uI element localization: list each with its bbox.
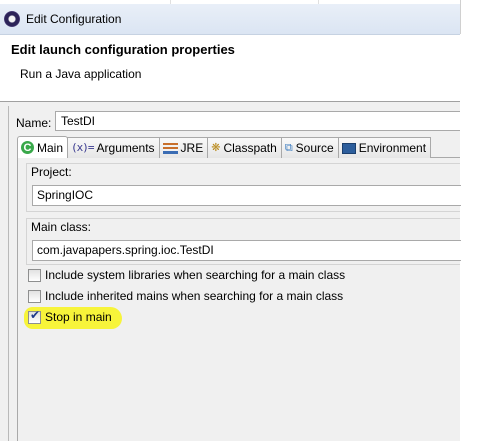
project-input[interactable]: SpringIOC bbox=[32, 185, 461, 206]
tab-jre[interactable]: JRE bbox=[158, 137, 209, 158]
checkbox-label: Include inherited mains when searching f… bbox=[45, 289, 344, 303]
stop-in-main-checkbox[interactable]: ✔ bbox=[28, 307, 41, 324]
tab-classpath[interactable]: ❋ Classpath bbox=[207, 137, 282, 158]
title-bar: Edit Configuration bbox=[0, 4, 460, 35]
tab-label: Source bbox=[295, 141, 334, 155]
name-label: Name: bbox=[16, 116, 52, 130]
eclipse-icon bbox=[4, 11, 20, 27]
project-group: Project: SpringIOC bbox=[26, 163, 461, 212]
source-icon: ⧉ bbox=[284, 142, 293, 154]
tab-label: Classpath bbox=[223, 141, 277, 155]
tab-arguments[interactable]: (x)= Arguments bbox=[67, 137, 160, 158]
header-title: Edit launch configuration properties bbox=[11, 42, 235, 57]
include-inherited-mains-checkbox[interactable] bbox=[28, 289, 41, 303]
include-system-libraries-option[interactable]: Include system libraries when searching … bbox=[28, 267, 345, 283]
dialog-header: Edit launch configuration properties Run… bbox=[0, 35, 460, 99]
tab-label: JRE bbox=[180, 141, 204, 155]
checkmark-icon: ✔ bbox=[30, 307, 41, 322]
tab-label: Environment bbox=[358, 141, 427, 155]
name-input[interactable]: TestDI bbox=[55, 111, 460, 131]
include-system-libraries-checkbox[interactable] bbox=[28, 268, 41, 282]
tab-label: Main bbox=[37, 140, 64, 155]
main-class-group: Main class: com.javapapers.spring.ioc.Te… bbox=[26, 218, 461, 265]
tab-source[interactable]: ⧉ Source bbox=[280, 137, 339, 158]
checkbox-label: Include system libraries when searching … bbox=[45, 268, 346, 282]
include-inherited-mains-option[interactable]: Include inherited mains when searching f… bbox=[28, 288, 343, 304]
project-label: Project: bbox=[31, 165, 72, 179]
window-edge bbox=[460, 0, 461, 34]
main-class-label: Main class: bbox=[31, 220, 92, 234]
tab-main[interactable]: C Main bbox=[17, 136, 69, 158]
environment-icon bbox=[341, 142, 356, 154]
header-subtitle: Run a Java application bbox=[20, 67, 142, 81]
arguments-icon: (x)= bbox=[71, 141, 94, 154]
main-class-input[interactable]: com.javapapers.spring.ioc.TestDI bbox=[32, 240, 461, 261]
panel-border bbox=[8, 106, 9, 441]
main-icon: C bbox=[21, 141, 34, 154]
jre-icon bbox=[162, 142, 178, 154]
classpath-icon: ❋ bbox=[211, 142, 221, 154]
tab-environment[interactable]: Environment bbox=[337, 137, 432, 158]
window-title: Edit Configuration bbox=[26, 12, 122, 26]
tab-label: Arguments bbox=[96, 141, 155, 155]
tab-bar: C Main (x)= Arguments JRE ❋ Classpath ⧉ … bbox=[17, 136, 460, 158]
stop-in-main-option[interactable]: ✔ Stop in main bbox=[28, 307, 112, 325]
checkbox-label: Stop in main bbox=[45, 310, 112, 324]
